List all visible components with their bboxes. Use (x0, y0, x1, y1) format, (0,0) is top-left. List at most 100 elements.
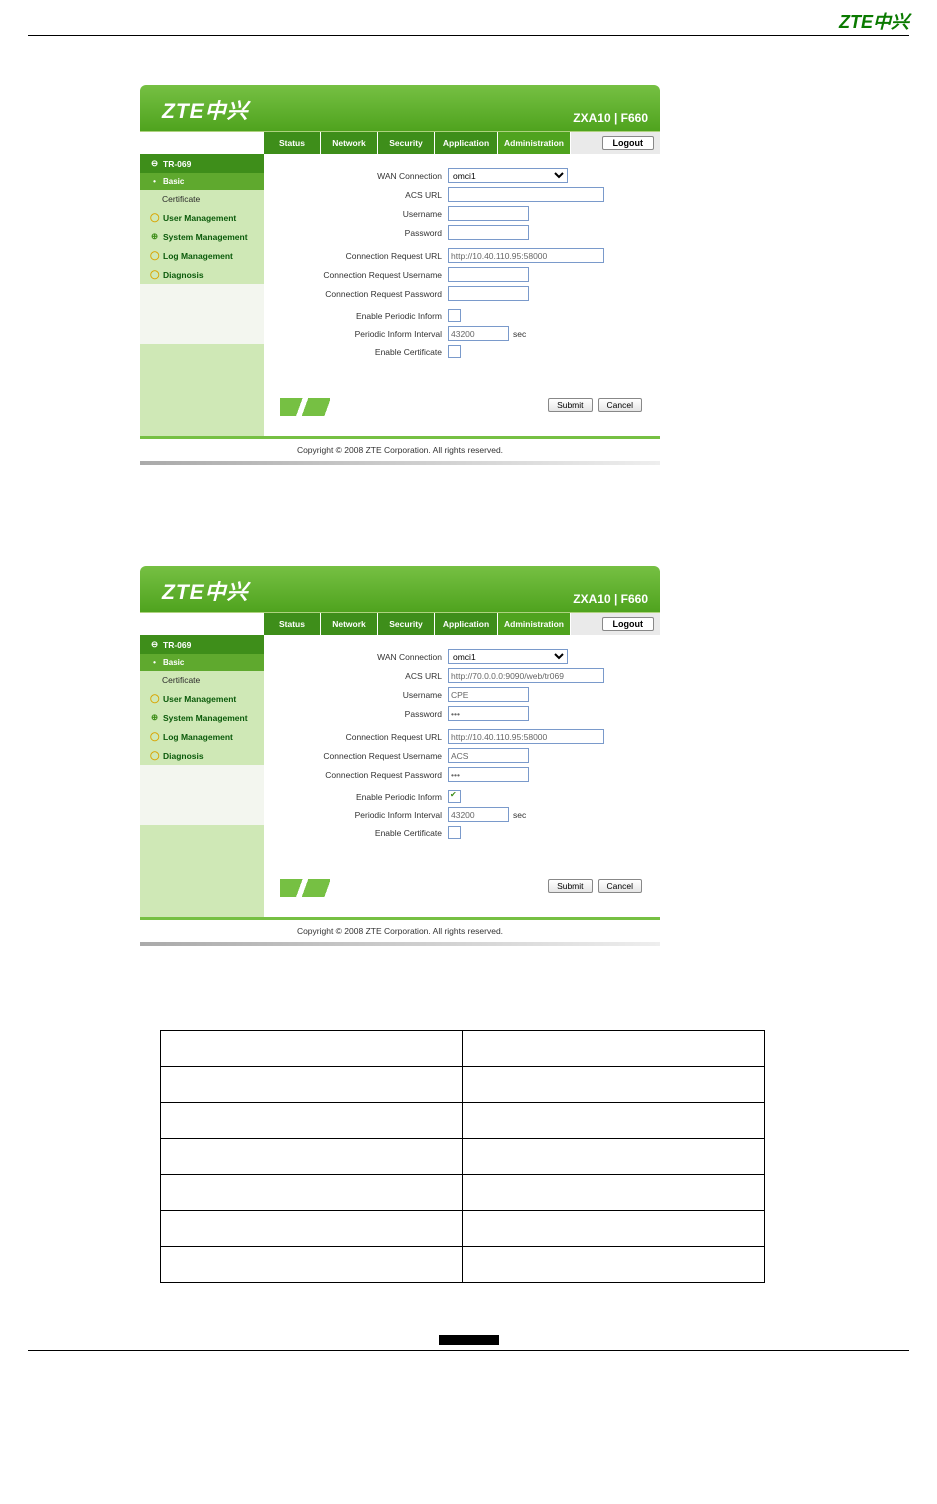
sidebar-label: Diagnosis (163, 270, 204, 280)
enable-cert-checkbox[interactable] (448, 826, 461, 839)
page-number (439, 1335, 499, 1345)
conn-req-user-input[interactable] (448, 748, 529, 763)
logout-button[interactable]: Logout (602, 617, 655, 631)
tab-security[interactable]: Security (378, 613, 435, 635)
cell (161, 1211, 463, 1247)
sidebar-item-basic[interactable]: •Basic (140, 654, 264, 671)
top-rule (28, 35, 909, 36)
circle-icon: ◯ (150, 750, 159, 761)
tab-status[interactable]: Status (264, 613, 321, 635)
cancel-button[interactable]: Cancel (598, 879, 642, 893)
nav-spacer (140, 613, 264, 635)
copyright-text: Copyright © 2008 ZTE Corporation. All ri… (140, 439, 660, 461)
logout-button[interactable]: Logout (602, 136, 655, 150)
cell (463, 1211, 765, 1247)
unit-sec: sec (513, 810, 526, 820)
wan-connection-select[interactable]: omci1 (448, 649, 568, 664)
sidebar-item-tr069[interactable]: ⊖ TR-069 (140, 635, 264, 654)
sidebar-label: TR-069 (163, 159, 191, 169)
circle-icon: ◯ (150, 269, 159, 280)
plus-icon: ⊕ (150, 712, 159, 723)
enable-periodic-checkbox[interactable] (448, 790, 461, 803)
cell (463, 1247, 765, 1283)
tab-application[interactable]: Application (435, 613, 498, 635)
tab-network[interactable]: Network (321, 132, 378, 154)
sidebar-item-user-mgmt[interactable]: ◯User Management (140, 689, 264, 708)
label-acs-url: ACS URL (272, 190, 448, 200)
username-input[interactable] (448, 687, 529, 702)
cancel-button[interactable]: Cancel (598, 398, 642, 412)
sidebar-item-log-mgmt[interactable]: ◯Log Management (140, 246, 264, 265)
sidebar-item-log-mgmt[interactable]: ◯Log Management (140, 727, 264, 746)
sidebar: ⊖ TR-069 •Basic Certificate ◯User Managem… (140, 635, 264, 917)
router-model: ZXA10 | F660 (573, 111, 648, 125)
sidebar-item-certificate[interactable]: Certificate (140, 671, 264, 689)
label-username: Username (272, 690, 448, 700)
username-input[interactable] (448, 206, 529, 221)
password-input[interactable] (448, 706, 529, 721)
router-logo: ZTE中兴 (162, 95, 249, 125)
sidebar-item-user-mgmt[interactable]: ◯User Management (140, 208, 264, 227)
nav-spacer (140, 132, 264, 154)
table-row (161, 1139, 765, 1175)
tab-application[interactable]: Application (435, 132, 498, 154)
submit-button[interactable]: Submit (548, 879, 592, 893)
sidebar-item-basic[interactable]: •Basic (140, 173, 264, 190)
minus-icon: ⊖ (150, 639, 159, 650)
cell (161, 1175, 463, 1211)
acs-url-input[interactable] (448, 668, 604, 683)
cell (463, 1103, 765, 1139)
sidebar-item-sys-mgmt[interactable]: ⊕System Management (140, 227, 264, 246)
conn-req-user-input[interactable] (448, 267, 529, 282)
sidebar-label: Basic (163, 658, 184, 667)
sidebar-label: Log Management (163, 732, 233, 742)
acs-url-input[interactable] (448, 187, 604, 202)
periodic-interval-input[interactable] (448, 807, 509, 822)
cell (161, 1247, 463, 1283)
enable-cert-checkbox[interactable] (448, 345, 461, 358)
tab-network[interactable]: Network (321, 613, 378, 635)
sidebar-item-certificate[interactable]: Certificate (140, 190, 264, 208)
sidebar-item-diagnosis[interactable]: ◯ Diagnosis (140, 265, 264, 284)
tab-security[interactable]: Security (378, 132, 435, 154)
sidebar-label: User Management (163, 213, 236, 223)
cell (463, 1175, 765, 1211)
conn-req-pass-input[interactable] (448, 286, 529, 301)
periodic-interval-input[interactable] (448, 326, 509, 341)
tab-administration[interactable]: Administration (498, 613, 571, 635)
cell (161, 1103, 463, 1139)
form-panel: WAN Connectionomci1 ACS URL Username Pas… (264, 635, 660, 917)
label-conn-req-url: Connection Request URL (272, 251, 448, 261)
cell (161, 1067, 463, 1103)
footer-decoration (280, 398, 330, 416)
tab-administration[interactable]: Administration (498, 132, 571, 154)
sidebar-item-tr069[interactable]: ⊖TR-069 (140, 154, 264, 173)
label-periodic-interval: Periodic Inform Interval (272, 810, 448, 820)
conn-req-url-input[interactable] (448, 729, 604, 744)
document-page: ZTE中兴 ZTE中兴 ZXA10 | F660 Status Network … (0, 0, 937, 40)
sidebar-item-diagnosis[interactable]: ◯ Diagnosis (140, 746, 264, 765)
label-enable-periodic: Enable Periodic Inform (272, 792, 448, 802)
parameter-table (160, 1030, 765, 1283)
circle-icon: ◯ (150, 250, 159, 261)
cell (463, 1139, 765, 1175)
sidebar-filler (140, 284, 264, 344)
conn-req-pass-input[interactable] (448, 767, 529, 782)
router-header: ZTE中兴 ZXA10 | F660 (140, 566, 660, 612)
bottom-rule (28, 1350, 909, 1351)
tab-status[interactable]: Status (264, 132, 321, 154)
sidebar-label: System Management (163, 232, 248, 242)
sidebar-label: Diagnosis (163, 751, 204, 761)
enable-periodic-checkbox[interactable] (448, 309, 461, 322)
sidebar-item-sys-mgmt[interactable]: ⊕System Management (140, 708, 264, 727)
router-model: ZXA10 | F660 (573, 592, 648, 606)
sidebar-label: TR-069 (163, 640, 191, 650)
wan-connection-select[interactable]: omci1 (448, 168, 568, 183)
submit-button[interactable]: Submit (548, 398, 592, 412)
footer-decoration (280, 879, 330, 897)
password-input[interactable] (448, 225, 529, 240)
conn-req-url-input[interactable] (448, 248, 604, 263)
nav-bar: Status Network Security Application Admi… (140, 612, 660, 635)
label-conn-req-pass: Connection Request Password (272, 770, 448, 780)
table-header-desc (463, 1031, 765, 1067)
